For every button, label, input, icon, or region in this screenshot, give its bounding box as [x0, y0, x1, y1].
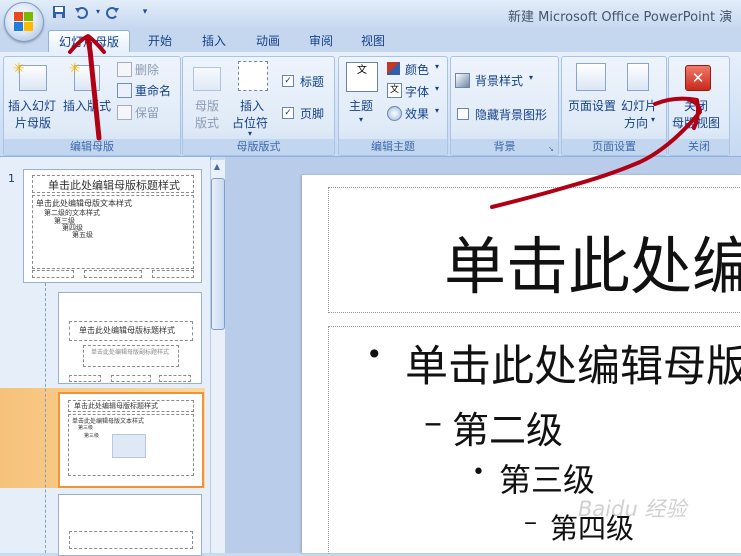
office-button[interactable]	[4, 2, 44, 42]
office-logo-icon	[14, 12, 34, 32]
red-annotation-arrows	[68, 34, 702, 209]
